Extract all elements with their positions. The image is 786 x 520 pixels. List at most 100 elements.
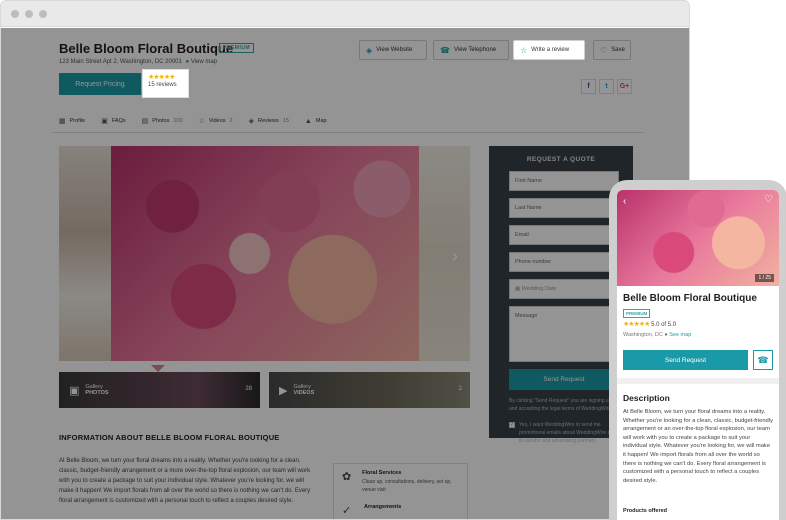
browser-window: Belle Bloom Floral Boutique PREMIUM 123 … [0, 0, 690, 520]
address-text: 123 Main Street Apt 2, Washington, DC 20… [59, 59, 182, 65]
service-row: ✿ Floral Services Clean up, consultation… [342, 470, 459, 494]
rating-summary[interactable]: ★★★★★ 15 reviews [142, 69, 189, 98]
tab-map[interactable]: ▲ Map [305, 118, 327, 125]
tab-faqs[interactable]: ▣ FAQs [101, 117, 125, 125]
mobile-see-map-link[interactable]: See map [669, 332, 691, 338]
tab-reviews[interactable]: ◈ Reviews 15 [249, 117, 289, 125]
services-box: ✿ Floral Services Clean up, consultation… [333, 463, 468, 519]
heart-icon[interactable]: ♡ [764, 194, 773, 205]
gallery-photo-main [111, 146, 419, 361]
twitter-share-icon[interactable]: t [599, 79, 614, 94]
page-content: Belle Bloom Floral Boutique PREMIUM 123 … [1, 28, 689, 519]
view-map-link[interactable]: View map [191, 59, 217, 65]
window-dot-maximize[interactable] [39, 10, 47, 18]
gallery-videos-sub: VIDEOS [293, 390, 315, 396]
mobile-section-divider [617, 378, 779, 384]
mobile-business-name: Belle Bloom Floral Boutique [623, 293, 757, 304]
tab-videos-count: 2 [229, 118, 233, 124]
tab-faqs-label: FAQs [111, 118, 126, 124]
view-website-label: View Website [376, 47, 413, 53]
quote-title: REQUEST A QUOTE [526, 156, 596, 163]
calendar-icon: ▦ [515, 286, 521, 292]
mobile-location-text: Washington, DC [623, 332, 663, 338]
mobile-send-request-button[interactable]: Send Request [623, 350, 748, 370]
tab-reviews-count: 15 [282, 118, 289, 124]
phone-icon: ☎ [757, 354, 769, 365]
gallery-photo-prev [59, 146, 111, 361]
mobile-photo-count: 1 / 25 [755, 274, 774, 282]
photo-gallery[interactable]: › [59, 146, 470, 361]
service-title: Floral Services [362, 470, 402, 476]
write-review-button[interactable]: ☆ Write a review [513, 40, 585, 60]
gallery-videos-text: Gallery VIDEOS [293, 384, 314, 396]
view-telephone-button[interactable]: ☎ View Telephone [433, 40, 509, 60]
request-pricing-button[interactable]: Request Pricing [59, 73, 141, 95]
tab-videos-label: Videos [208, 118, 226, 124]
grid-icon: ▦ [59, 118, 66, 125]
save-label: Save [611, 47, 625, 53]
check-icon: ✓ [342, 505, 352, 517]
gallery-videos-count: 2 [458, 386, 462, 392]
star-outline-icon: ☆ [520, 45, 528, 55]
facebook-share-icon[interactable]: f [581, 79, 596, 94]
gallery-photos-count: 28 [245, 386, 252, 392]
nav-divider [53, 132, 643, 133]
mobile-products-title: Products offered [623, 508, 668, 514]
rating-stars: ★★★★★ [148, 74, 175, 81]
save-button[interactable]: ♡ Save [593, 40, 631, 60]
chevron-right-icon[interactable]: › [452, 246, 458, 267]
title-bar [1, 1, 689, 27]
mobile-device: ‹ ♡ 1 / 25 Belle Bloom Floral Boutique P… [609, 180, 786, 520]
first-name-field[interactable]: First Name [509, 171, 619, 191]
tab-reviews-label: Reviews [258, 118, 279, 124]
tab-photos-label: Photos [152, 118, 170, 124]
mobile-location: Washington, DC ● See map [623, 332, 691, 338]
mobile-rating-stars: ★★★★★ [623, 321, 650, 328]
reviews-count: 15 reviews [148, 82, 177, 88]
promo-consent: ✓ Yes, I want WeddingWire to send me pro… [509, 421, 619, 445]
tab-profile[interactable]: ▦ Profile [59, 117, 85, 125]
send-request-button[interactable]: Send Request [509, 369, 619, 390]
profile-nav: ▦ Profile ▣ FAQs ▤ Photos 100 ☆ Videos 2 ◈ Revi… [59, 113, 639, 129]
tab-photos-count: 100 [173, 118, 183, 124]
tab-photos[interactable]: ▤ Photos 100 [142, 117, 183, 125]
mobile-hero-photo[interactable] [617, 190, 779, 286]
gallery-photo-next [419, 146, 470, 361]
phone-field[interactable]: Phone number [509, 252, 619, 272]
image-icon: ▣ [69, 384, 80, 397]
gallery-videos-thumb[interactable]: ▶ Gallery VIDEOS 2 [269, 372, 470, 408]
video-icon: ▶ [279, 384, 288, 397]
business-name: Belle Bloom Floral Boutique [59, 41, 234, 56]
gallery-photos-thumb[interactable]: ▣ Gallery PHOTOS 28 [59, 372, 260, 408]
tab-videos[interactable]: ☆ Videos 2 [199, 117, 233, 125]
mobile-screen: ‹ ♡ 1 / 25 Belle Bloom Floral Boutique P… [617, 190, 779, 520]
view-website-button[interactable]: ◈ View Website [359, 40, 427, 60]
mobile-description-text: At Belle Bloom, we turn your floral drea… [623, 409, 773, 484]
mobile-rating-text: 5.0 of 5.0 [651, 322, 677, 328]
map-icon: ▲ [304, 117, 312, 125]
map-pin-icon: ● [185, 59, 190, 65]
wedding-date-field[interactable]: ▦ Wedding Date [509, 279, 619, 299]
terms-text: By clicking "Send Request" you are signi… [509, 398, 613, 412]
window-dot-close[interactable] [11, 10, 19, 18]
google-plus-share-icon[interactable]: G+ [617, 79, 632, 94]
service-title: Arrangements [364, 504, 402, 510]
business-address: 123 Main Street Apt 2, Washington, DC 20… [59, 59, 217, 65]
gallery-photos-text: Gallery PHOTOS [85, 384, 108, 396]
last-name-field[interactable]: Last Name [509, 198, 619, 218]
mobile-rating: ★★★★★ 5.0 of 5.0 [623, 320, 676, 328]
tab-profile-label: Profile [69, 118, 86, 124]
message-field[interactable]: Message [509, 306, 619, 362]
tag-icon: ◈ [248, 118, 254, 125]
email-field[interactable]: Email [509, 225, 619, 245]
window-dot-minimize[interactable] [25, 10, 33, 18]
service-row: ✓ Arrangements [342, 504, 459, 517]
write-review-label: Write a review [531, 47, 570, 53]
promo-checkbox[interactable]: ✓ [509, 422, 515, 428]
camera-icon: ▤ [141, 118, 149, 125]
back-arrow-icon[interactable]: ‹ [623, 196, 626, 207]
mobile-call-button[interactable]: ☎ [753, 350, 773, 370]
tab-map-label: Map [315, 118, 327, 124]
wedding-date-placeholder: Wedding Date [521, 286, 557, 292]
star-icon: ☆ [198, 118, 205, 125]
